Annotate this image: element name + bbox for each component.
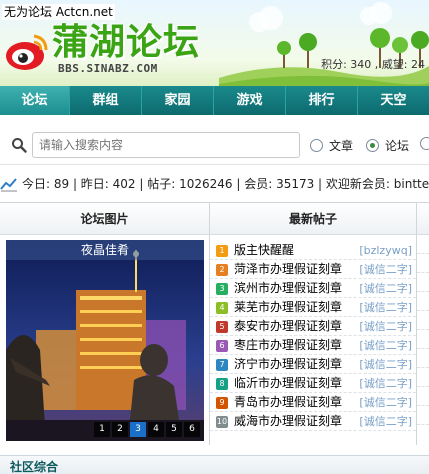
stats-chart-icon	[0, 178, 17, 192]
radio-forum[interactable]	[366, 139, 379, 152]
panel-title-right	[417, 203, 429, 235]
site-header: 无为论坛 Actcn.net 蒲湖论坛 BBS.SINABZ.COM 积分: 3…	[0, 0, 429, 86]
post-author-link[interactable]: [诚信二字]	[359, 355, 412, 374]
post-title-link[interactable]: 莱芜市办理假证刻章	[234, 298, 342, 317]
nav-item-ranking[interactable]: 排行	[286, 86, 358, 115]
photo-page-button[interactable]: 2	[112, 422, 128, 437]
post-rank-badge: 4	[216, 302, 228, 314]
radio-forum-label: 论坛	[385, 139, 410, 153]
main-nav: 论坛 群组 家园 游戏 排行 天空	[0, 86, 429, 115]
post-author-link[interactable]: [诚信二字]	[359, 336, 412, 355]
post-item[interactable]: 1 版主快醒醒 [bzlzywq]	[210, 241, 416, 260]
user-score-text: 积分: 340 , 威望: 24	[321, 58, 425, 71]
photo-page-button[interactable]: 6	[184, 422, 200, 437]
header-scenery-image	[219, 2, 429, 86]
post-title-link[interactable]: 济宁市办理假证刻章	[234, 355, 342, 374]
search-option-more[interactable]	[420, 137, 429, 150]
community-section-header: 社区综合	[0, 455, 429, 474]
right-panel-stub	[417, 235, 429, 445]
content-panels: 论坛图片 最新帖子 夜晶佳肴 1 2 3 4 5 6 1 版主快醒醒 [bzlz…	[0, 202, 429, 445]
site-top-text: 无为论坛 Actcn.net	[2, 4, 115, 20]
search-option-article[interactable]: 文章	[310, 137, 353, 154]
community-section-title[interactable]: 社区综合	[10, 458, 58, 474]
forum-stats: 今日: 89 | 昨日: 402 | 帖子: 1026246 | 会员: 351…	[0, 170, 429, 198]
post-title-link[interactable]: 版主快醒醒	[234, 241, 294, 260]
post-rank-badge: 8	[216, 378, 228, 390]
post-rank-badge: 1	[216, 245, 228, 257]
sina-eye-logo-icon	[6, 34, 48, 70]
post-title-link[interactable]: 菏泽市办理假证刻章	[234, 260, 342, 279]
panel-title-latest-posts: 最新帖子	[210, 203, 416, 235]
search-input[interactable]	[32, 132, 300, 158]
post-rank-badge: 10	[216, 416, 228, 428]
post-rank-badge: 2	[216, 264, 228, 276]
logo-title: 蒲湖论坛	[52, 21, 201, 63]
post-author-link[interactable]: [诚信二字]	[359, 393, 412, 412]
post-author-link[interactable]: [诚信二字]	[359, 279, 412, 298]
photo-page-button[interactable]: 1	[94, 422, 110, 437]
post-item[interactable]: 4 莱芜市办理假证刻章 [诚信二字]	[210, 298, 416, 317]
site-logo[interactable]: 蒲湖论坛 BBS.SINABZ.COM	[0, 20, 220, 82]
post-item[interactable]: 3 滨州市办理假证刻章 [诚信二字]	[210, 279, 416, 298]
post-author-link[interactable]: [诚信二字]	[359, 298, 412, 317]
latest-posts-list: 1 版主快醒醒 [bzlzywq] 2 菏泽市办理假证刻章 [诚信二字] 3 滨州市办理假…	[210, 241, 416, 431]
post-item[interactable]: 8 临沂市办理假证刻章 [诚信二字]	[210, 374, 416, 393]
radio-article[interactable]	[310, 139, 323, 152]
post-title-link[interactable]: 泰安市办理假证刻章	[234, 317, 342, 336]
nav-item-games[interactable]: 游戏	[214, 86, 286, 115]
post-title-link[interactable]: 枣庄市办理假证刻章	[234, 336, 342, 355]
post-item[interactable]: 7 济宁市办理假证刻章 [诚信二字]	[210, 355, 416, 374]
post-item[interactable]: 2 菏泽市办理假证刻章 [诚信二字]	[210, 260, 416, 279]
post-rank-badge: 5	[216, 321, 228, 333]
panel-title-photos: 论坛图片	[0, 203, 209, 235]
photo-page-button[interactable]: 5	[166, 422, 182, 437]
post-author-link[interactable]: [bzlzywq]	[359, 241, 412, 260]
post-title-link[interactable]: 青岛市办理假证刻章	[234, 393, 342, 412]
photo-page-button[interactable]: 4	[148, 422, 164, 437]
post-item[interactable]: 5 泰安市办理假证刻章 [诚信二字]	[210, 317, 416, 336]
photo-caption: 夜晶佳肴	[6, 240, 204, 260]
post-item[interactable]: 6 枣庄市办理假证刻章 [诚信二字]	[210, 336, 416, 355]
night-scene-image	[6, 240, 204, 441]
nav-item-groups[interactable]: 群组	[70, 86, 142, 115]
nav-item-home[interactable]: 家园	[142, 86, 214, 115]
post-rank-badge: 7	[216, 359, 228, 371]
photo-pager: 1 2 3 4 5 6	[92, 422, 200, 437]
post-author-link[interactable]: [诚信二字]	[359, 260, 412, 279]
post-item[interactable]: 9 青岛市办理假证刻章 [诚信二字]	[210, 393, 416, 412]
post-author-link[interactable]: [诚信二字]	[359, 317, 412, 336]
post-author-link[interactable]: [诚信二字]	[359, 374, 412, 393]
nav-item-forum[interactable]: 论坛	[0, 86, 70, 115]
post-author-link[interactable]: [诚信二字]	[359, 412, 412, 431]
post-title-link[interactable]: 临沂市办理假证刻章	[234, 374, 342, 393]
post-title-link[interactable]: 威海市办理假证刻章	[234, 412, 342, 431]
post-title-link[interactable]: 滨州市办理假证刻章	[234, 279, 342, 298]
logo-url: BBS.SINABZ.COM	[58, 62, 158, 75]
forum-photo[interactable]: 夜晶佳肴 1 2 3 4 5 6	[6, 240, 204, 441]
search-bar: 文章 论坛	[0, 125, 429, 165]
post-rank-badge: 9	[216, 397, 228, 409]
stats-text: 今日: 89 | 昨日: 402 | 帖子: 1026246 | 会员: 351…	[22, 177, 429, 191]
search-icon[interactable]	[11, 137, 27, 153]
search-option-forum[interactable]: 论坛	[366, 137, 409, 154]
photo-page-button-active[interactable]: 3	[130, 422, 146, 437]
nav-item-sky[interactable]: 天空	[358, 86, 429, 115]
post-rank-badge: 6	[216, 340, 228, 352]
radio-more[interactable]	[420, 137, 429, 150]
post-rank-badge: 3	[216, 283, 228, 295]
radio-article-label: 文章	[329, 139, 354, 153]
post-item[interactable]: 10 威海市办理假证刻章 [诚信二字]	[210, 412, 416, 431]
